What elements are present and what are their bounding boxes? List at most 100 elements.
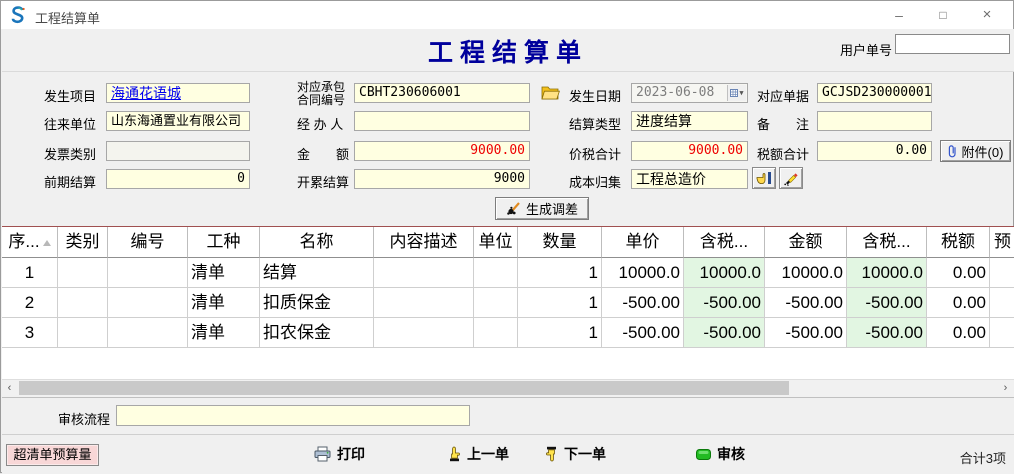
next-doc-label: 下一单 xyxy=(564,444,606,464)
cell-amount[interactable]: -500.00 xyxy=(765,318,847,348)
table-row[interactable]: 2 清单 扣质保金 1 -500.00 -500.00 -500.00 -500… xyxy=(2,288,1014,318)
cell-work[interactable]: 清单 xyxy=(188,318,260,348)
col-header-amount-tax[interactable]: 含税... xyxy=(847,227,927,258)
project-link[interactable]: 海通花语城 xyxy=(111,85,181,101)
previous-doc-button[interactable]: 上一单 xyxy=(448,442,509,466)
cell-seq[interactable]: 2 xyxy=(2,288,58,318)
cell-name[interactable]: 结算 xyxy=(260,258,374,288)
next-doc-button[interactable]: 下一单 xyxy=(545,442,606,466)
audit-button[interactable]: 审核 xyxy=(696,442,745,466)
accum-settle-field[interactable]: 9000 xyxy=(354,169,530,189)
cell-amount[interactable]: 10000.0 xyxy=(765,258,847,288)
cell-price-tax[interactable]: -500.00 xyxy=(684,288,765,318)
cell-price[interactable]: -500.00 xyxy=(602,318,684,348)
open-folder-button[interactable] xyxy=(538,82,562,102)
cell-work[interactable]: 清单 xyxy=(188,288,260,318)
col-header-tax[interactable]: 税额 xyxy=(927,227,990,258)
cell-budget[interactable] xyxy=(990,318,1014,348)
folder-icon xyxy=(541,85,560,100)
cell-name[interactable]: 扣农保金 xyxy=(260,318,374,348)
col-header-seq[interactable]: 序... xyxy=(2,227,58,258)
col-header-work[interactable]: 工种 xyxy=(188,227,260,258)
cell-desc[interactable] xyxy=(374,288,474,318)
close-button[interactable]: × xyxy=(967,1,1007,29)
col-header-price-tax[interactable]: 含税... xyxy=(684,227,765,258)
col-header-code[interactable]: 编号 xyxy=(108,227,188,258)
cell-budget[interactable] xyxy=(990,258,1014,288)
table-row[interactable]: 1 清单 结算 1 10000.0 10000.0 10000.0 10000.… xyxy=(2,258,1014,288)
calendar-dropdown-button[interactable]: ▼ xyxy=(727,85,746,101)
attachment-button[interactable]: 附件(0) xyxy=(940,140,1011,162)
scrollbar-thumb[interactable] xyxy=(19,381,789,395)
user-no-label: 用户单号 xyxy=(840,40,892,59)
cell-desc[interactable] xyxy=(374,318,474,348)
col-header-price[interactable]: 单价 xyxy=(602,227,684,258)
cell-qty[interactable]: 1 xyxy=(518,288,602,318)
cell-seq[interactable]: 1 xyxy=(2,258,58,288)
cell-tax[interactable]: 0.00 xyxy=(927,318,990,348)
generate-adjust-label: 生成调差 xyxy=(526,199,578,218)
cell-qty[interactable]: 1 xyxy=(518,318,602,348)
user-no-input[interactable] xyxy=(895,34,1010,54)
cell-tax[interactable]: 0.00 xyxy=(927,288,990,318)
cell-type[interactable] xyxy=(58,258,108,288)
cell-amount-tax[interactable]: -500.00 xyxy=(847,318,927,348)
scroll-left-icon[interactable]: ‹ xyxy=(2,380,17,396)
project-field[interactable]: 海通花语城 xyxy=(106,83,250,103)
cost-pool-field[interactable]: 工程总造价 xyxy=(631,169,748,189)
col-header-desc[interactable]: 内容描述 xyxy=(374,227,474,258)
table-row[interactable]: 3 清单 扣农保金 1 -500.00 -500.00 -500.00 -500… xyxy=(2,318,1014,348)
cost-pool-edit-button[interactable] xyxy=(779,167,803,189)
cell-code[interactable] xyxy=(108,318,188,348)
handler-field[interactable] xyxy=(354,111,530,131)
contract-no-field[interactable]: CBHT230606001 xyxy=(354,83,530,103)
generate-adjust-button[interactable]: 生成调差 xyxy=(495,197,589,220)
total-count-label: 合计3项 xyxy=(960,448,1006,467)
print-button[interactable]: 打印 xyxy=(314,442,365,466)
col-header-qty[interactable]: 数量 xyxy=(518,227,602,258)
cell-seq[interactable]: 3 xyxy=(2,318,58,348)
sort-ascending-icon xyxy=(43,240,51,246)
cost-pool-select-button[interactable] xyxy=(752,167,776,189)
cell-price-tax[interactable]: -500.00 xyxy=(684,318,765,348)
col-header-type[interactable]: 类别 xyxy=(58,227,108,258)
cell-price[interactable]: -500.00 xyxy=(602,288,684,318)
cell-price-tax[interactable]: 10000.0 xyxy=(684,258,765,288)
cell-price[interactable]: 10000.0 xyxy=(602,258,684,288)
cell-name[interactable]: 扣质保金 xyxy=(260,288,374,318)
doc-no-field[interactable]: GCJSD230000001 xyxy=(817,83,932,103)
tax-incl-total-field[interactable]: 9000.00 xyxy=(631,141,748,161)
col-header-amount[interactable]: 金额 xyxy=(765,227,847,258)
cell-work[interactable]: 清单 xyxy=(188,258,260,288)
cell-tax[interactable]: 0.00 xyxy=(927,258,990,288)
party-field[interactable]: 山东海通置业有限公司 xyxy=(106,111,250,131)
col-header-budget[interactable]: 预 xyxy=(990,227,1014,258)
cell-amount-tax[interactable]: 10000.0 xyxy=(847,258,927,288)
amount-field[interactable]: 9000.00 xyxy=(354,141,530,161)
review-flow-field[interactable] xyxy=(116,405,470,426)
cell-unit[interactable] xyxy=(474,318,518,348)
cell-amount-tax[interactable]: -500.00 xyxy=(847,288,927,318)
cell-amount[interactable]: -500.00 xyxy=(765,288,847,318)
cell-unit[interactable] xyxy=(474,288,518,318)
settle-type-field[interactable]: 进度结算 xyxy=(631,111,748,131)
minimize-button[interactable]: – xyxy=(879,1,919,29)
horizontal-scrollbar[interactable]: ‹ › xyxy=(2,379,1014,397)
cell-unit[interactable] xyxy=(474,258,518,288)
cell-code[interactable] xyxy=(108,288,188,318)
cell-qty[interactable]: 1 xyxy=(518,258,602,288)
prev-settle-field[interactable]: 0 xyxy=(106,169,250,189)
col-header-unit[interactable]: 单位 xyxy=(474,227,518,258)
remark-field[interactable] xyxy=(817,111,932,131)
cell-type[interactable] xyxy=(58,288,108,318)
cell-budget[interactable] xyxy=(990,288,1014,318)
cell-type[interactable] xyxy=(58,318,108,348)
scroll-right-icon[interactable]: › xyxy=(998,380,1013,396)
tax-total-field[interactable]: 0.00 xyxy=(817,141,932,161)
attachment-label: 附件(0) xyxy=(962,142,1004,161)
cell-desc[interactable] xyxy=(374,258,474,288)
col-header-name[interactable]: 名称 xyxy=(260,227,374,258)
cell-code[interactable] xyxy=(108,258,188,288)
maximize-button[interactable]: □ xyxy=(923,1,963,29)
over-budget-button[interactable]: 超清单预算量 xyxy=(6,444,99,466)
